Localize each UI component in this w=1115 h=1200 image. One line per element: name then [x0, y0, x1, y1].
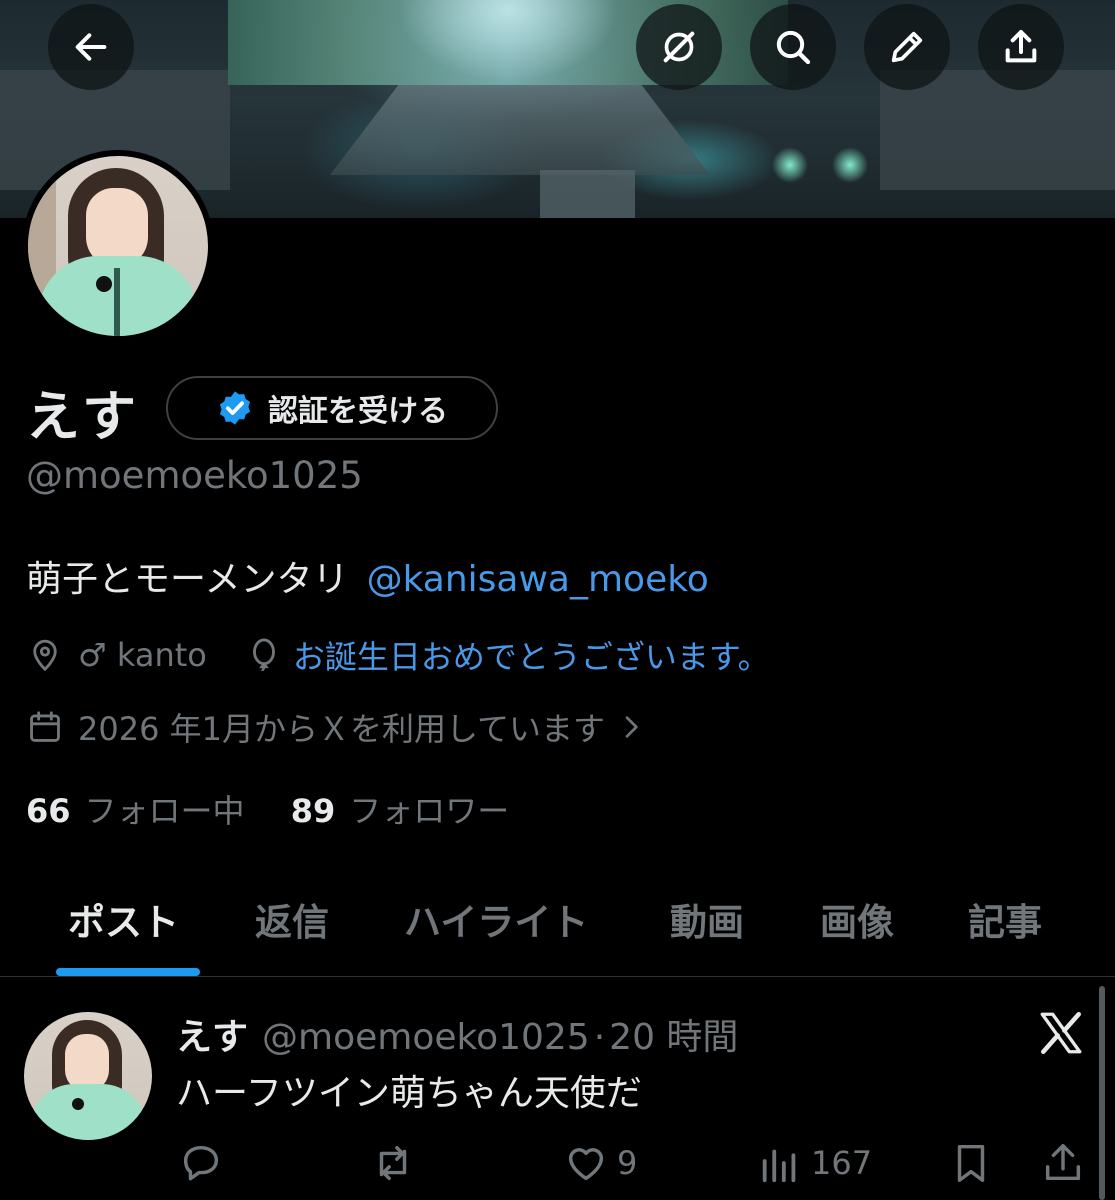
edit-button[interactable]	[864, 4, 950, 90]
back-button[interactable]	[48, 4, 134, 90]
bio-mention-link[interactable]: @kanisawa_moeko	[367, 559, 709, 600]
post-header: えす @moemoeko1025 · 20 時間	[176, 1008, 738, 1060]
x-logo-icon	[1040, 1011, 1082, 1055]
profile-avatar[interactable]	[22, 150, 214, 342]
profile-handle: @moemoeko1025	[26, 454, 363, 497]
tab-highlights[interactable]: ハイライト	[404, 892, 588, 946]
avatar-photo	[28, 156, 208, 336]
get-verified-button[interactable]: 認証を受ける	[166, 376, 498, 440]
chevron-right-icon	[625, 716, 638, 738]
profile-tabs: ポスト 返信 ハイライト 動画 画像 記事	[0, 880, 1115, 977]
post-share-button[interactable]	[1040, 1140, 1086, 1186]
reply-button[interactable]	[178, 1140, 224, 1186]
banner-runway	[540, 170, 635, 218]
repost-icon	[379, 1145, 407, 1181]
share-icon	[1045, 1144, 1081, 1181]
joined-date: 2026 年1月からＸを利用しています	[78, 710, 606, 748]
post-author-handle[interactable]: @moemoeko1025	[262, 1017, 590, 1058]
share-icon	[1005, 30, 1037, 63]
search-button[interactable]	[750, 4, 836, 90]
bio-text: 萌子とモーメンタリ	[26, 559, 349, 600]
followers-count: 89	[290, 792, 336, 830]
like-button[interactable]: 9	[563, 1140, 637, 1186]
follow-stats: 66 フォロー中 89 フォロワー	[26, 786, 509, 832]
location-pin-icon	[33, 639, 57, 672]
tab-videos[interactable]: 動画	[670, 892, 744, 946]
post-author-name[interactable]: えす	[176, 1017, 248, 1058]
post-separator: ·	[593, 1017, 606, 1058]
verified-badge-icon	[219, 391, 251, 425]
followers-stat[interactable]: 89 フォロワー	[291, 792, 510, 830]
post-timestamp[interactable]: 20 時間	[609, 1017, 738, 1058]
following-label: フォロー中	[84, 792, 245, 830]
profile-meta-row: ♂ kanto お誕生日おめでとうございます。	[26, 632, 770, 678]
search-icon	[776, 30, 811, 65]
following-stat[interactable]: 66 フォロー中	[26, 792, 245, 830]
get-verified-label: 認証を受ける	[268, 394, 448, 429]
balloon-icon	[252, 638, 275, 672]
profile-location: ♂ kanto	[78, 636, 207, 674]
heart-icon	[568, 1148, 604, 1181]
tab-replies[interactable]: 返信	[255, 892, 329, 946]
grok-button[interactable]	[636, 4, 722, 90]
post-avatar[interactable]	[24, 1012, 152, 1140]
birthday-link[interactable]: お誕生日おめでとうございます。	[293, 632, 770, 678]
reply-icon	[183, 1145, 219, 1181]
views-button[interactable]: 167	[757, 1140, 872, 1186]
bookmark-icon	[957, 1144, 985, 1182]
scrollbar[interactable]	[1099, 986, 1105, 1200]
tab-articles[interactable]: 記事	[968, 892, 1042, 946]
view-count: 167	[811, 1144, 873, 1182]
pencil-icon	[891, 31, 923, 63]
repost-button[interactable]	[370, 1140, 416, 1186]
post-text: ハーフツイン萌ちゃん天使だ	[176, 1073, 642, 1114]
calendar-icon	[30, 711, 60, 742]
following-count: 66	[26, 792, 71, 830]
joined-date-row[interactable]: 2026 年1月からＸを利用しています	[26, 704, 647, 750]
share-button[interactable]	[978, 4, 1064, 90]
tab-posts[interactable]: ポスト	[68, 892, 179, 946]
grok-icon	[663, 31, 695, 63]
bookmark-button[interactable]	[948, 1140, 994, 1186]
banner-stage	[330, 85, 710, 175]
like-count: 9	[617, 1144, 638, 1182]
profile-display-name: えす	[26, 385, 138, 448]
arrow-left-icon	[75, 33, 107, 61]
tab-images[interactable]: 画像	[820, 892, 894, 946]
active-tab-indicator	[56, 968, 200, 976]
profile-bio: 萌子とモーメンタリ @kanisawa_moeko	[26, 550, 709, 602]
views-chart-icon	[762, 1149, 796, 1183]
followers-label: フォロワー	[349, 792, 510, 830]
